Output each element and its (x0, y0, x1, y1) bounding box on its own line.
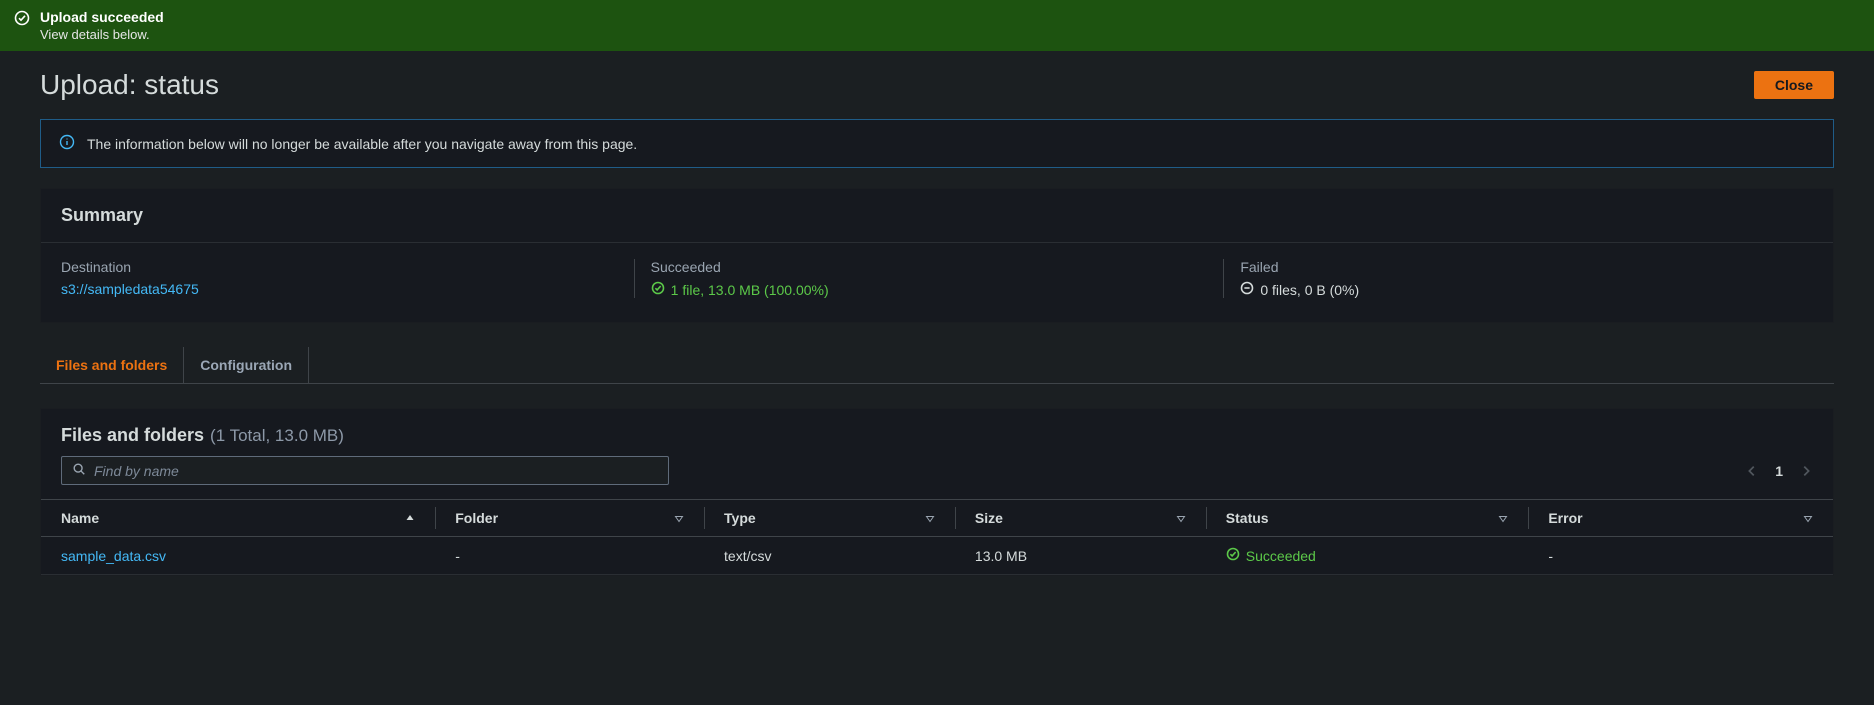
file-status: Succeeded (1246, 548, 1316, 564)
sort-asc-icon (405, 510, 415, 526)
file-name-link[interactable]: sample_data.csv (61, 548, 166, 564)
col-error[interactable]: Error (1528, 500, 1833, 537)
files-panel: Files and folders (1 Total, 13.0 MB) 1 (40, 408, 1834, 576)
search-icon (72, 462, 86, 479)
succeeded-label: Succeeded (651, 259, 1224, 275)
col-folder[interactable]: Folder (435, 500, 704, 537)
files-table: Name Folder (41, 499, 1833, 575)
search-input[interactable] (94, 463, 658, 479)
col-size[interactable]: Size (955, 500, 1206, 537)
page-prev-button[interactable] (1745, 464, 1759, 478)
failed-value: 0 files, 0 B (0%) (1260, 282, 1359, 298)
failed-label: Failed (1240, 259, 1813, 275)
pagination: 1 (1745, 463, 1813, 479)
file-type: text/csv (704, 537, 955, 575)
file-error: - (1528, 537, 1833, 575)
info-alert: The information below will no longer be … (40, 119, 1834, 168)
tabs: Files and folders Configuration (40, 347, 1834, 384)
sort-icon (1498, 510, 1508, 526)
minus-circle-icon (1240, 281, 1254, 298)
table-row: sample_data.csv - text/csv 13.0 MB Succe… (41, 537, 1833, 575)
files-title: Files and folders (61, 425, 204, 446)
info-icon (59, 134, 75, 153)
file-size: 13.0 MB (955, 537, 1206, 575)
col-type[interactable]: Type (704, 500, 955, 537)
sort-icon (1176, 510, 1186, 526)
files-count: (1 Total, 13.0 MB) (210, 426, 344, 446)
col-name[interactable]: Name (41, 500, 435, 537)
page-title: Upload: status (40, 69, 219, 101)
page-next-button[interactable] (1799, 464, 1813, 478)
sort-icon (925, 510, 935, 526)
info-message: The information below will no longer be … (87, 136, 637, 152)
file-folder: - (435, 537, 704, 575)
success-check-icon (1226, 547, 1240, 564)
tab-files-and-folders[interactable]: Files and folders (40, 347, 184, 383)
success-banner: Upload succeeded View details below. (0, 0, 1874, 51)
col-status[interactable]: Status (1206, 500, 1529, 537)
destination-link[interactable]: s3://sampledata54675 (61, 281, 199, 297)
search-input-wrapper[interactable] (61, 456, 669, 485)
banner-title: Upload succeeded (40, 9, 164, 25)
destination-label: Destination (61, 259, 634, 275)
sort-icon (1803, 510, 1813, 526)
banner-subtitle: View details below. (40, 27, 164, 42)
summary-title: Summary (61, 205, 1813, 226)
success-check-icon (651, 281, 665, 298)
succeeded-value: 1 file, 13.0 MB (100.00%) (671, 282, 829, 298)
sort-icon (674, 510, 684, 526)
page-number: 1 (1775, 463, 1783, 479)
close-button[interactable]: Close (1754, 71, 1834, 99)
success-check-icon (14, 10, 30, 29)
summary-panel: Summary Destination s3://sampledata54675… (40, 188, 1834, 323)
tab-configuration[interactable]: Configuration (184, 347, 309, 383)
